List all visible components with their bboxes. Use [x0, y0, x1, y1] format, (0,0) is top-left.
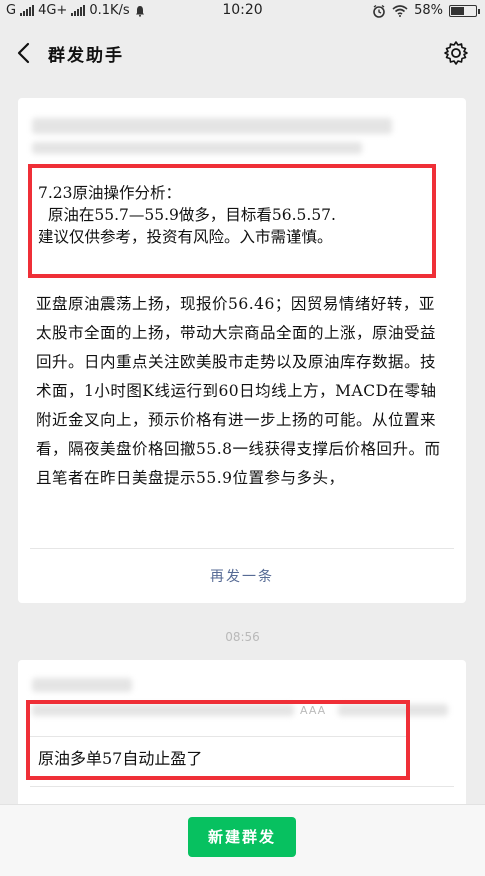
highlight-line: 原油在55.7—55.9做多，目标看56.5.57.	[38, 206, 336, 224]
status-bar: G 4G+ 0.1K/s 10:20 58%	[0, 0, 485, 22]
gear-icon[interactable]	[443, 40, 469, 66]
new-broadcast-button[interactable]: 新建群发	[188, 817, 296, 857]
battery-icon	[449, 4, 480, 17]
highlight-line: 7.23原油操作分析：	[38, 184, 182, 202]
highlight-text: 7.23原油操作分析： 原油在55.7—55.9做多，目标看56.5.57. 建…	[38, 182, 430, 248]
battery-fill	[451, 6, 464, 15]
divider	[30, 786, 454, 787]
highlight-box: 7.23原油操作分析： 原油在55.7—55.9做多，目标看56.5.57. 建…	[28, 164, 436, 278]
highlight-line: 建议仅供参考，投资有风险。入市需谨慎。	[38, 228, 333, 246]
recipients-blurred	[32, 118, 392, 134]
message-card-2: AAA 原油多单57自动止盈了	[18, 660, 466, 805]
alarm-icon	[373, 4, 385, 18]
nav-bar: 群发助手	[0, 22, 485, 84]
wifi-icon	[392, 4, 408, 17]
divider	[30, 548, 454, 549]
recipients-blurred-2	[32, 142, 362, 154]
recipients-blurred	[32, 678, 132, 692]
message-text: 原油多单57自动止盈了	[38, 749, 203, 768]
bottom-bar: 新建群发	[0, 804, 485, 876]
message-body: 亚盘原油震荡上扬，现报价56.46；因贸易情绪好转，亚太股市全面的上扬，带动大宗…	[36, 295, 441, 487]
divider	[30, 736, 406, 737]
resend-button[interactable]: 再发一条	[18, 566, 466, 586]
message-timestamp: 08:56	[225, 630, 260, 644]
page-title: 群发助手	[48, 46, 124, 66]
back-arrow-icon[interactable]	[12, 40, 38, 66]
battery-percent: 58%	[414, 3, 443, 18]
message-card-1: 7.23原油操作分析： 原油在55.7—55.9做多，目标看56.5.57. 建…	[18, 98, 466, 603]
status-right: 58%	[372, 3, 480, 18]
